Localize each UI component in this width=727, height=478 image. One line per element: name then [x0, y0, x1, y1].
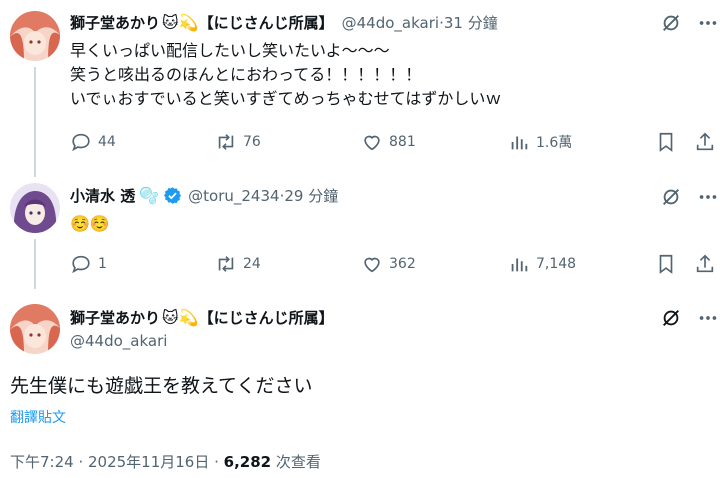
heart-icon [364, 135, 380, 151]
reply-icon [72, 255, 90, 274]
thread-line [34, 239, 36, 289]
tweet2-more-icon[interactable] [697, 186, 719, 212]
tweet1-header: 獅子堂あかり 🐱💫 【にじさんじ所属】 @44do_akari · 31 分鐘 [70, 12, 498, 33]
tweet1-share-button[interactable] [694, 131, 716, 157]
avatar-akari[interactable] [10, 304, 60, 354]
repost-icon [218, 134, 234, 150]
tweet2-like-button[interactable]: 362 [361, 253, 416, 275]
tweet1-text-line: 笑うと咳出るのほんとにおわってる！！！！！！ [70, 65, 422, 84]
tweet1-text-line: 早くいっぱい配信したいし笑いたいよ〜〜〜 [70, 41, 390, 60]
tweet1-reply-count: 44 [98, 134, 116, 150]
tweet1-reply-button[interactable]: 44 [70, 131, 116, 153]
tweet1-view-count: 1.6萬 [536, 135, 573, 151]
tweet1-views-button[interactable]: 1.6萬 [508, 131, 572, 153]
heart-icon [364, 257, 380, 273]
bookmark-icon [659, 132, 673, 152]
share-icon [696, 254, 714, 273]
tweet1-time[interactable]: 31 分鐘 [444, 12, 498, 33]
tweet1-text: 早くいっぱい配信したいし笑いたいよ〜〜〜 笑うと咳出るのほんとにおわってる！！！… [70, 39, 501, 111]
tweet1-author-emojis: 🐱💫 [162, 13, 199, 32]
tweet2-views-button[interactable]: 7,148 [508, 253, 576, 275]
avatar-akari[interactable] [10, 11, 60, 61]
tweet3-text: 先生僕にも遊戯王を教えてください [10, 375, 313, 397]
tweet1-like-button[interactable]: 881 [361, 131, 416, 153]
tweet1-repost-button[interactable]: 76 [215, 131, 261, 153]
reply-icon [72, 133, 90, 152]
tweet1-affiliation[interactable]: 【にじさんじ所属】 [199, 12, 334, 33]
translate-post-link[interactable]: 翻譯貼文 [10, 407, 66, 427]
tweet2-handle[interactable]: @toru_2434 [188, 187, 279, 205]
tweet2-share-button[interactable] [694, 253, 716, 279]
views-chart-icon [511, 258, 528, 272]
tweet3-grok-icon[interactable] [660, 307, 682, 333]
tweet3-handle[interactable]: @44do_akari [70, 332, 167, 350]
tweet1-author-name[interactable]: 獅子堂あかり [70, 12, 160, 33]
tweet3-more-icon[interactable] [697, 307, 719, 333]
tweet3-views-label: 次查看 [271, 453, 321, 471]
tweet2-text: ☺️☺️ [70, 214, 110, 233]
tweet2-bookmark-button[interactable] [655, 253, 677, 279]
tweet3-author-name[interactable]: 獅子堂あかり [70, 307, 160, 328]
tweet2-grok-icon[interactable] [660, 186, 682, 212]
tweet2-time[interactable]: 29 分鐘 [284, 185, 338, 206]
tweet1-handle[interactable]: @44do_akari [342, 14, 439, 32]
tweet1-repost-count: 76 [243, 134, 261, 150]
tweet2-header: 小清水 透 🫧 @toru_2434 · 29 分鐘 [70, 185, 338, 206]
tweet2-view-count: 7,148 [536, 256, 577, 272]
tweet2-repost-count: 24 [243, 256, 261, 272]
views-chart-icon [511, 136, 528, 150]
tweet1-bookmark-button[interactable] [655, 131, 677, 157]
bookmark-icon [659, 254, 673, 274]
tweet2-author-name[interactable]: 小清水 透 [70, 185, 135, 206]
tweet2-reply-count: 1 [98, 256, 107, 272]
tweet3-header: 獅子堂あかり 🐱💫 【にじさんじ所属】 [70, 307, 334, 328]
tweet2-like-count: 362 [389, 256, 416, 272]
tweet2-repost-button[interactable]: 24 [215, 253, 261, 275]
avatar-toru[interactable] [10, 183, 60, 233]
tweet3-author-emojis: 🐱💫 [162, 308, 199, 327]
share-icon [696, 132, 714, 151]
tweet3-datetime[interactable]: 下午7:24 · 2025年11月16日 · [10, 453, 224, 471]
tweet3-view-count: 6,282 [223, 453, 272, 471]
tweet1-like-count: 881 [389, 134, 416, 150]
thread-line [34, 67, 36, 177]
repost-icon [218, 256, 234, 272]
tweet1-more-icon[interactable] [697, 12, 719, 38]
tweet2-reply-button[interactable]: 1 [70, 253, 107, 275]
tweet3-affiliation[interactable]: 【にじさんじ所属】 [199, 307, 334, 328]
tweet1-grok-icon[interactable] [660, 12, 682, 38]
tweet2-author-emoji: 🫧 [139, 186, 160, 205]
tweet1-text-line: いでぃおすでいると笑いすぎてめっちゃむせてはずかしいｗ [70, 89, 502, 108]
verified-badge-icon[interactable] [163, 186, 182, 205]
tweet3-timestamp: 下午7:24 · 2025年11月16日 · 6,282 次查看 [10, 451, 321, 472]
